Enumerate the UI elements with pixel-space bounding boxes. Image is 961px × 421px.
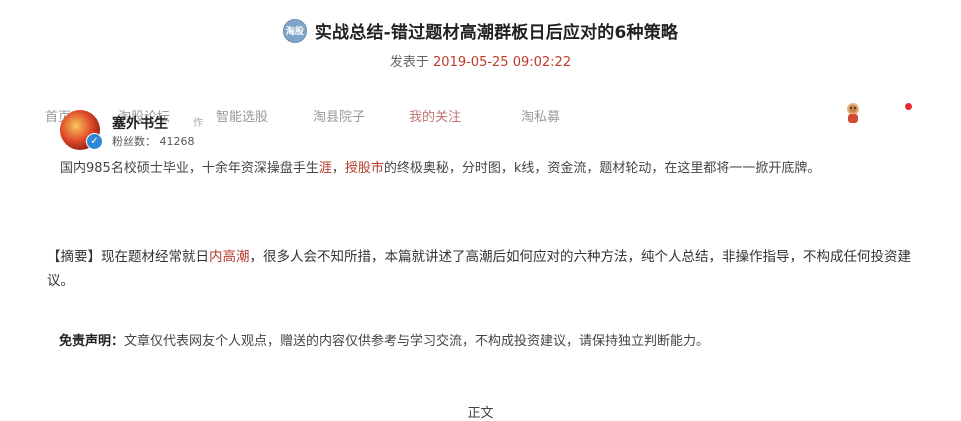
publish-info: 发表于 2019-05-25 09:02:22 bbox=[0, 51, 961, 70]
article-title: 实战总结-错过题材高潮群板日后应对的6种策略 bbox=[314, 23, 679, 43]
bio-text: 的终极奥秘，分时图，k线，资金流，题材轮动，在这里都将一一掀开底牌。 bbox=[383, 161, 821, 176]
bio-link-2[interactable]: 授股市 bbox=[345, 161, 384, 176]
disclaimer-label: 免责声明： bbox=[59, 334, 125, 349]
notification-dot-icon[interactable] bbox=[905, 103, 912, 110]
nav-item-private-fund[interactable]: 淘私募 bbox=[521, 106, 560, 125]
nav-item-following[interactable]: 我的关注 bbox=[409, 106, 461, 125]
disclaimer: 免责声明：文章仅代表网友个人观点，赠送的内容仅供参考与学习交流，不构成投资建议，… bbox=[59, 330, 919, 349]
fans-count: 粉丝数： 41268 bbox=[112, 133, 195, 149]
body-heading: 正文 bbox=[467, 406, 494, 421]
summary-link[interactable]: 内高潮 bbox=[209, 249, 250, 265]
author-bio: 国内985名校硕士毕业，十余年资深操盘手生涯，授股市的终极奥秘，分时图，k线，资… bbox=[60, 159, 920, 179]
publish-label: 发表于 bbox=[389, 55, 429, 70]
bio-link-1[interactable]: 涯 bbox=[319, 161, 332, 176]
check-icon: ✓ bbox=[86, 133, 103, 150]
bio-text: 国内985名校硕士毕业，十余年资深操盘手生 bbox=[60, 161, 319, 176]
publish-date: 2019-05-25 09:02:22 bbox=[433, 55, 572, 70]
nav-sub-fragment: 作 bbox=[193, 118, 203, 129]
nav-item-smart-picks[interactable]: 智能选股 bbox=[216, 106, 268, 125]
mascot-icon[interactable] bbox=[842, 101, 864, 125]
disclaimer-text: 文章仅代表网友个人观点，赠送的内容仅供参考与学习交流，不构成投资建议，请保持独立… bbox=[124, 334, 710, 349]
summary-text: 【摘要】现在题材经常就日 bbox=[47, 249, 209, 265]
article-title-row: 淘股 实战总结-错过题材高潮群板日后应对的6种策略 bbox=[0, 18, 961, 43]
site-badge-icon: 淘股 bbox=[282, 18, 307, 43]
bio-text: ， bbox=[331, 161, 345, 176]
fans-value: 41268 bbox=[159, 135, 195, 148]
author-name[interactable]: 塞外书生 bbox=[112, 113, 168, 133]
article-summary: 【摘要】现在题材经常就日内高潮，很多人会不知所措，本篇就讲述了高潮后如何应对的六… bbox=[47, 245, 917, 293]
nav-item-yard[interactable]: 淘县院子 bbox=[313, 106, 365, 125]
fans-label: 粉丝数： bbox=[112, 135, 156, 148]
